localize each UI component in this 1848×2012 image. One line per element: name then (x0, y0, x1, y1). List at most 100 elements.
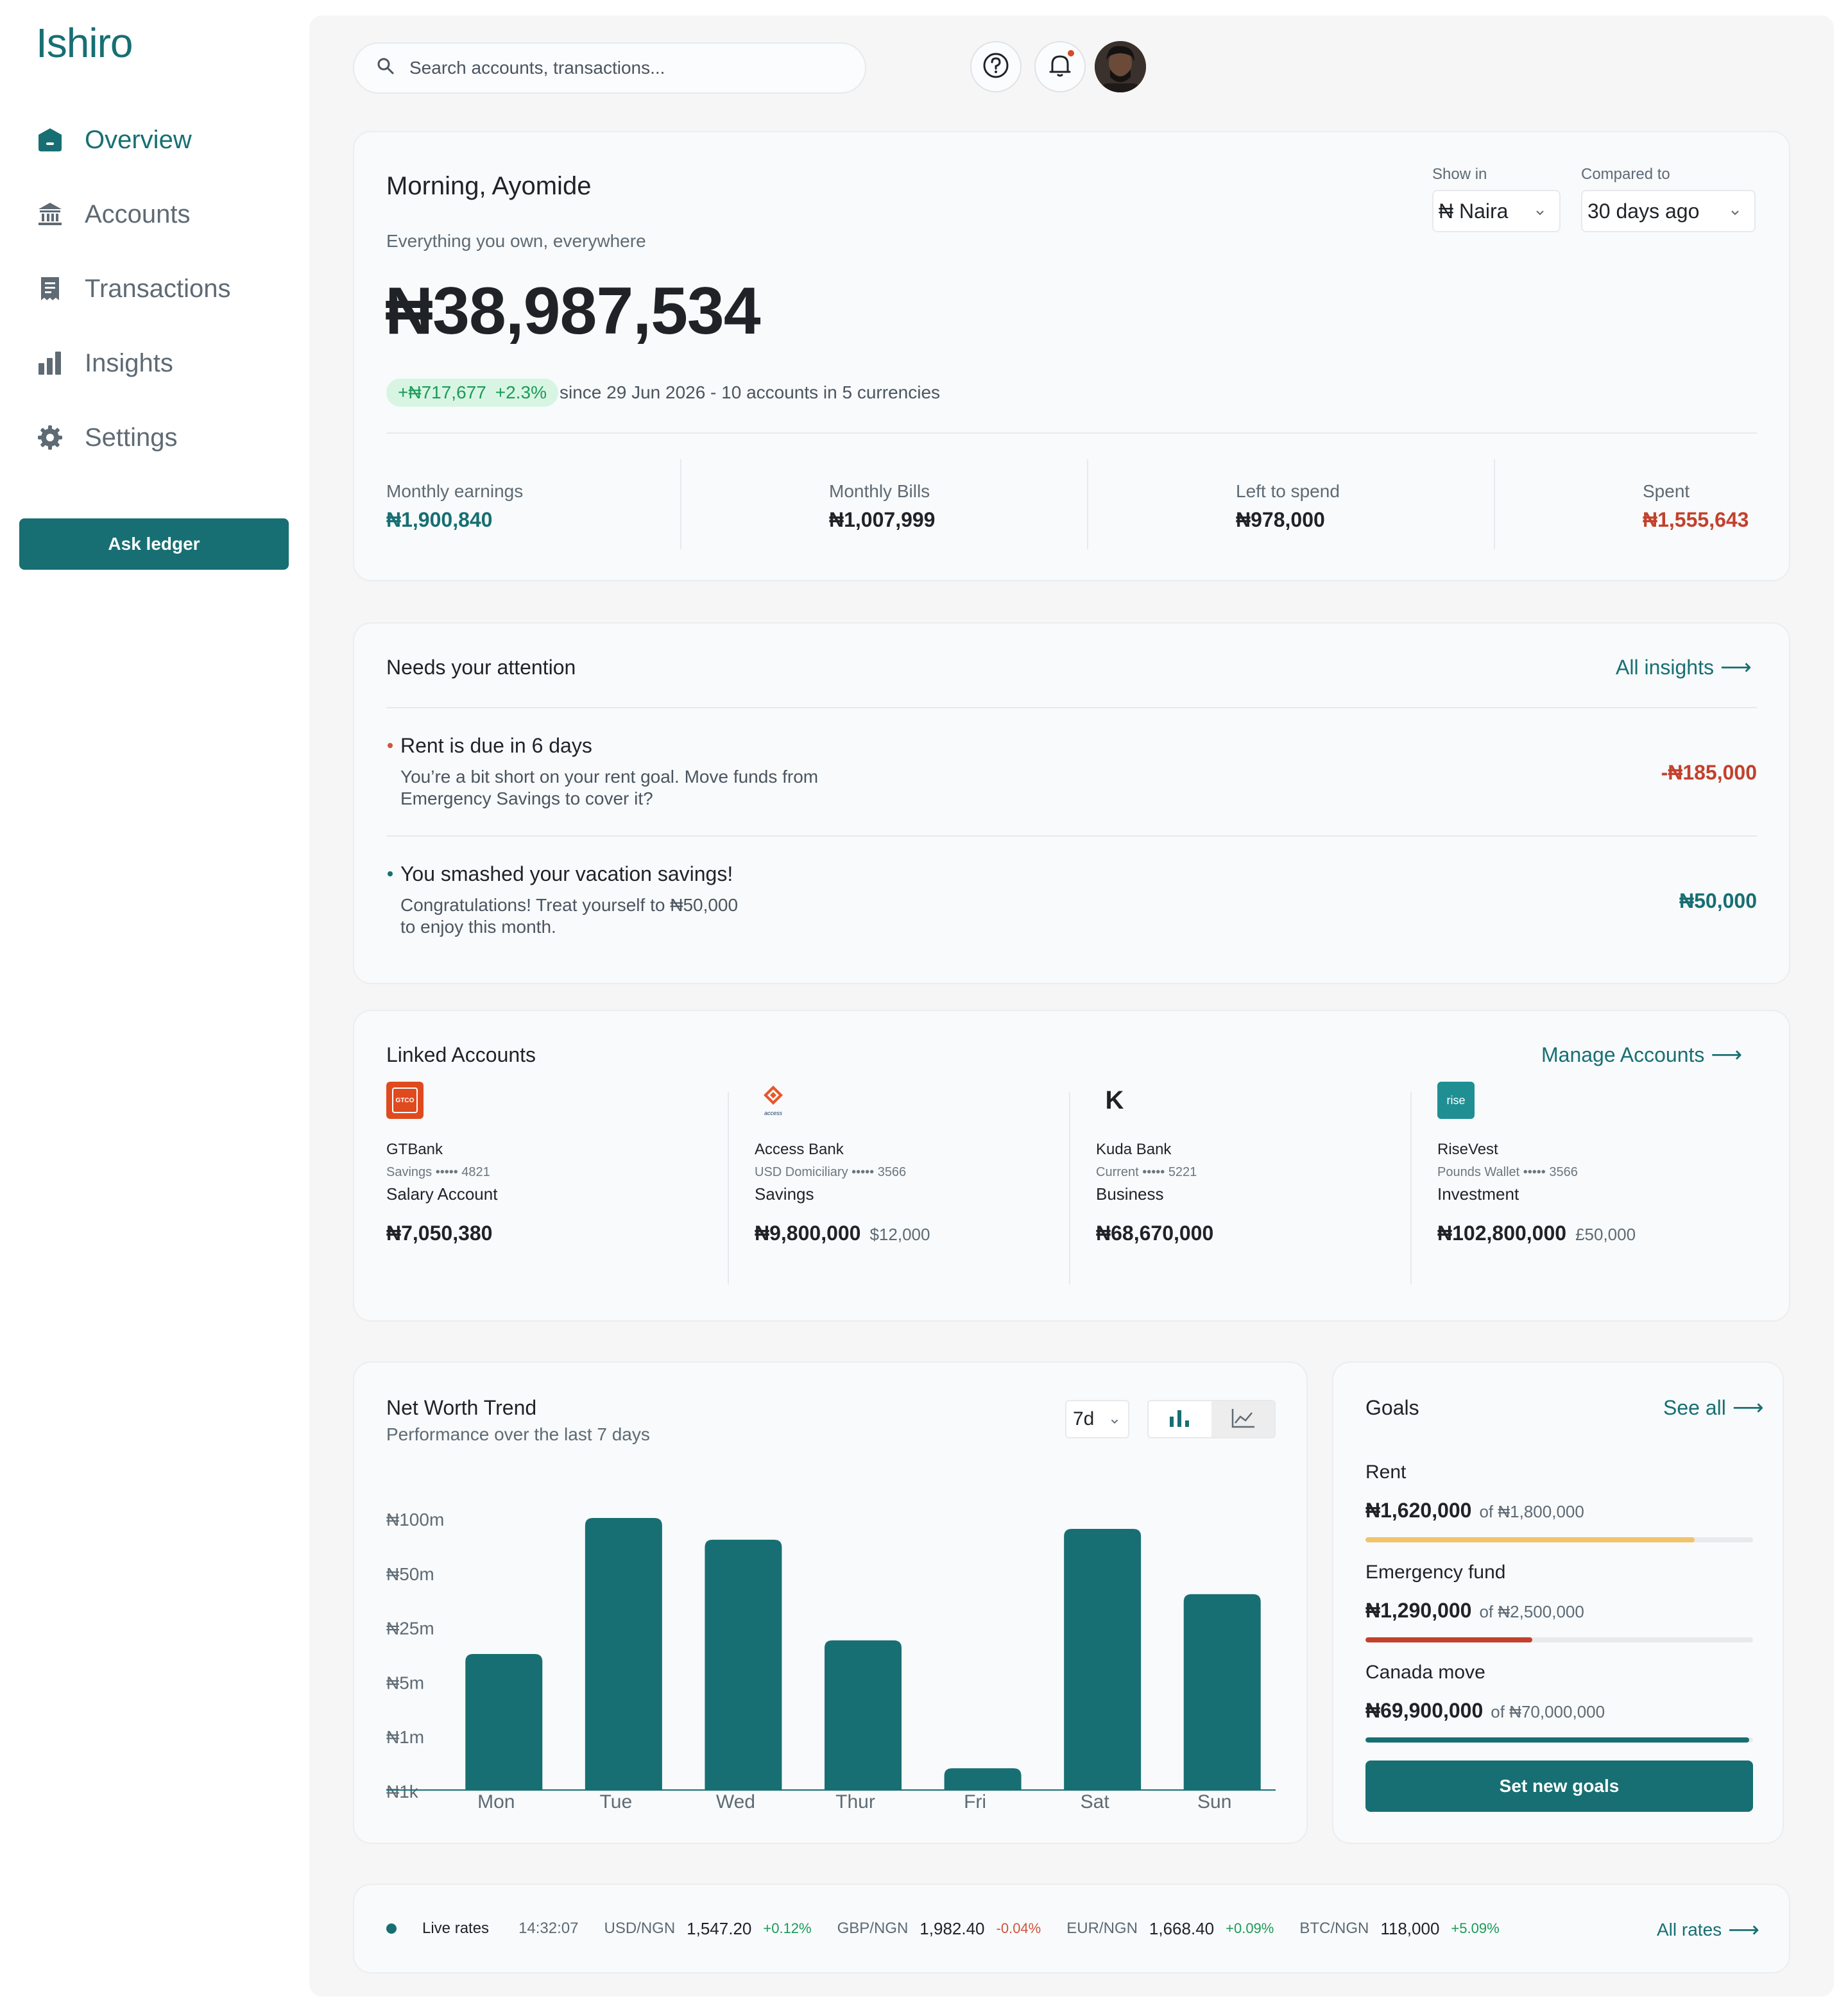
delta-badge: +₦717,677 +2.3% (386, 379, 558, 407)
account-card-access[interactable]: access Access Bank USD Domiciliary •••••… (755, 1082, 1096, 1274)
divider (680, 459, 681, 549)
rate-change: +0.09% (1226, 1920, 1274, 1936)
sidebar-item-accounts[interactable]: Accounts (36, 194, 191, 235)
help-button[interactable] (970, 41, 1022, 92)
see-all-label: See all (1663, 1395, 1726, 1419)
account-card-kuda[interactable]: K Kuda Bank Current ••••• 5221 Business … (1096, 1082, 1437, 1274)
bar-tue[interactable] (585, 1518, 662, 1790)
attention-title: Needs your attention (386, 656, 576, 679)
attention-item-title: You smashed your vacation savings! (400, 862, 733, 885)
manage-accounts-link[interactable]: Manage Accounts ⟶ (1541, 1042, 1742, 1068)
delta-description: since 29 Jun 2026 - 10 accounts in 5 cur… (560, 382, 941, 402)
stat-value-earnings: ₦1,900,840 (386, 508, 493, 531)
all-insights-link[interactable]: All insights ⟶ (1616, 654, 1752, 680)
bar-sun[interactable] (1183, 1594, 1261, 1790)
rates-row: Live rates 14:32:07 USD/NGN 1,547.20 +0.… (386, 1885, 1500, 1972)
comparison-select-value: 30 days ago (1587, 199, 1700, 223)
account-card-risevest[interactable]: rise RiseVest Pounds Wallet ••••• 3566 I… (1437, 1082, 1779, 1274)
divider (1069, 1092, 1070, 1284)
goal-progress-bar (1365, 1637, 1753, 1642)
svg-text:access: access (764, 1110, 783, 1116)
help-icon (982, 51, 1010, 83)
attention-item-amount: -₦185,000 (1661, 761, 1757, 784)
avatar[interactable] (1095, 41, 1146, 92)
stat-label-earnings: Monthly earnings (386, 481, 524, 501)
account-meta: Current ••••• 5221 (1096, 1165, 1197, 1179)
currency-select[interactable]: ₦ Naira (1432, 190, 1561, 232)
account-bank-name: Access Bank (755, 1141, 844, 1158)
attention-item-amount: ₦50,000 (1679, 889, 1757, 912)
bar-mon[interactable] (465, 1654, 543, 1790)
app-logo[interactable]: Ishiro (36, 19, 133, 67)
sidebar: Ishiro Overview Accounts Transactions In… (0, 0, 308, 2012)
chart-type-toggle (1147, 1400, 1276, 1438)
line-chart-icon (1230, 1408, 1256, 1431)
bar-chart-toggle[interactable] (1149, 1401, 1211, 1437)
trend-title: Net Worth Trend (386, 1396, 537, 1419)
account-type: Salary Account (386, 1184, 498, 1204)
account-card-gtbank[interactable]: GTCO GTBank Savings ••••• 4821 Salary Ac… (386, 1082, 728, 1274)
delta-amount: +₦717,677 (398, 382, 486, 402)
arrow-right-icon: ⟶ (1711, 1043, 1743, 1067)
x-tick-label: Wed (716, 1791, 755, 1812)
linked-accounts-title: Linked Accounts (386, 1043, 536, 1066)
bank-icon (36, 200, 64, 228)
account-balance: ₦9,800,000 $12,000 (755, 1222, 930, 1245)
search-input[interactable]: Search accounts, transactions... (353, 42, 866, 94)
rate-value: 1,547.20 (687, 1918, 752, 1938)
account-type: Business (1096, 1184, 1164, 1204)
net-worth-bar-chart: ₦100m ₦50m ₦25m ₦5m ₦1m ₦1k Mon Tue Wed Thur Fri Sa… (386, 1510, 1276, 1812)
x-tick-label: Fri (964, 1791, 986, 1812)
total-balance: ₦38,987,534 (385, 274, 761, 348)
y-tick-label: ₦50m (386, 1564, 434, 1584)
goal-progress-bar (1365, 1537, 1753, 1542)
x-tick-label: Thur (835, 1791, 875, 1812)
goal-amount: ₦1,620,000 of ₦1,800,000 (1365, 1499, 1584, 1522)
show-in-label: Show in (1432, 166, 1487, 183)
goal-name: Canada move (1365, 1662, 1485, 1683)
notifications-button[interactable] (1034, 41, 1086, 92)
see-all-goals-link[interactable]: See all ⟶ (1663, 1395, 1764, 1420)
line-chart-toggle[interactable] (1211, 1401, 1274, 1437)
net-worth-trend-card: Net Worth Trend Performance over the las… (353, 1361, 1308, 1844)
y-tick-label: ₦25m (386, 1619, 434, 1639)
sidebar-item-label: Accounts (85, 200, 191, 228)
all-rates-link[interactable]: All rates ⟶ (1657, 1917, 1759, 1943)
bar-fri[interactable] (944, 1768, 1022, 1790)
chevron-down-icon (1108, 1411, 1122, 1433)
sidebar-item-transactions[interactable]: Transactions (36, 268, 231, 309)
account-meta: Savings ••••• 4821 (386, 1165, 490, 1179)
bar-thur[interactable] (825, 1640, 902, 1790)
chevron-down-icon (1532, 201, 1548, 225)
account-balance: ₦7,050,380 (386, 1222, 493, 1245)
sidebar-item-label: Insights (85, 348, 173, 377)
overview-subtitle: Everything you own, everywhere (386, 231, 646, 251)
rates-timestamp: 14:32:07 (518, 1920, 579, 1937)
attention-item-desc: Congratulations! Treat yourself to ₦50,0… (400, 895, 739, 915)
range-select[interactable]: 7d (1065, 1400, 1129, 1438)
goals-card: Goals See all ⟶ Rent ₦1,620,000 of ₦1,800,… (1332, 1361, 1784, 1844)
account-type: Investment (1437, 1184, 1519, 1204)
all-insights-label: All insights (1616, 655, 1714, 679)
goal-amount: ₦69,900,000 of ₦70,000,000 (1365, 1699, 1605, 1722)
ask-ledger-button[interactable]: Ask ledger (19, 518, 289, 570)
chevron-down-icon (1727, 201, 1743, 225)
sidebar-item-settings[interactable]: Settings (36, 417, 178, 458)
bar-wed[interactable] (705, 1539, 782, 1790)
sidebar-item-overview[interactable]: Overview (36, 119, 192, 160)
stat-label-left-to-spend: Left to spend (1236, 481, 1340, 501)
rate-change: -0.04% (996, 1920, 1041, 1936)
set-new-goals-button[interactable]: Set new goals (1365, 1760, 1753, 1812)
bar-sat[interactable] (1064, 1528, 1142, 1790)
goal-progress-bar (1365, 1737, 1753, 1743)
gtbank-logo: GTCO (386, 1082, 424, 1119)
search-icon (376, 56, 395, 80)
sidebar-item-insights[interactable]: Insights (36, 343, 173, 384)
comparison-select[interactable]: 30 days ago (1581, 190, 1756, 232)
divider (728, 1092, 729, 1284)
arrow-right-icon: ⟶ (1732, 1395, 1764, 1420)
attention-item-title: Rent is due in 6 days (400, 734, 592, 757)
rate-pair: USD/NGN (604, 1920, 676, 1937)
rate-change: +5.09% (1451, 1920, 1500, 1936)
x-tick-label: Mon (477, 1791, 515, 1812)
